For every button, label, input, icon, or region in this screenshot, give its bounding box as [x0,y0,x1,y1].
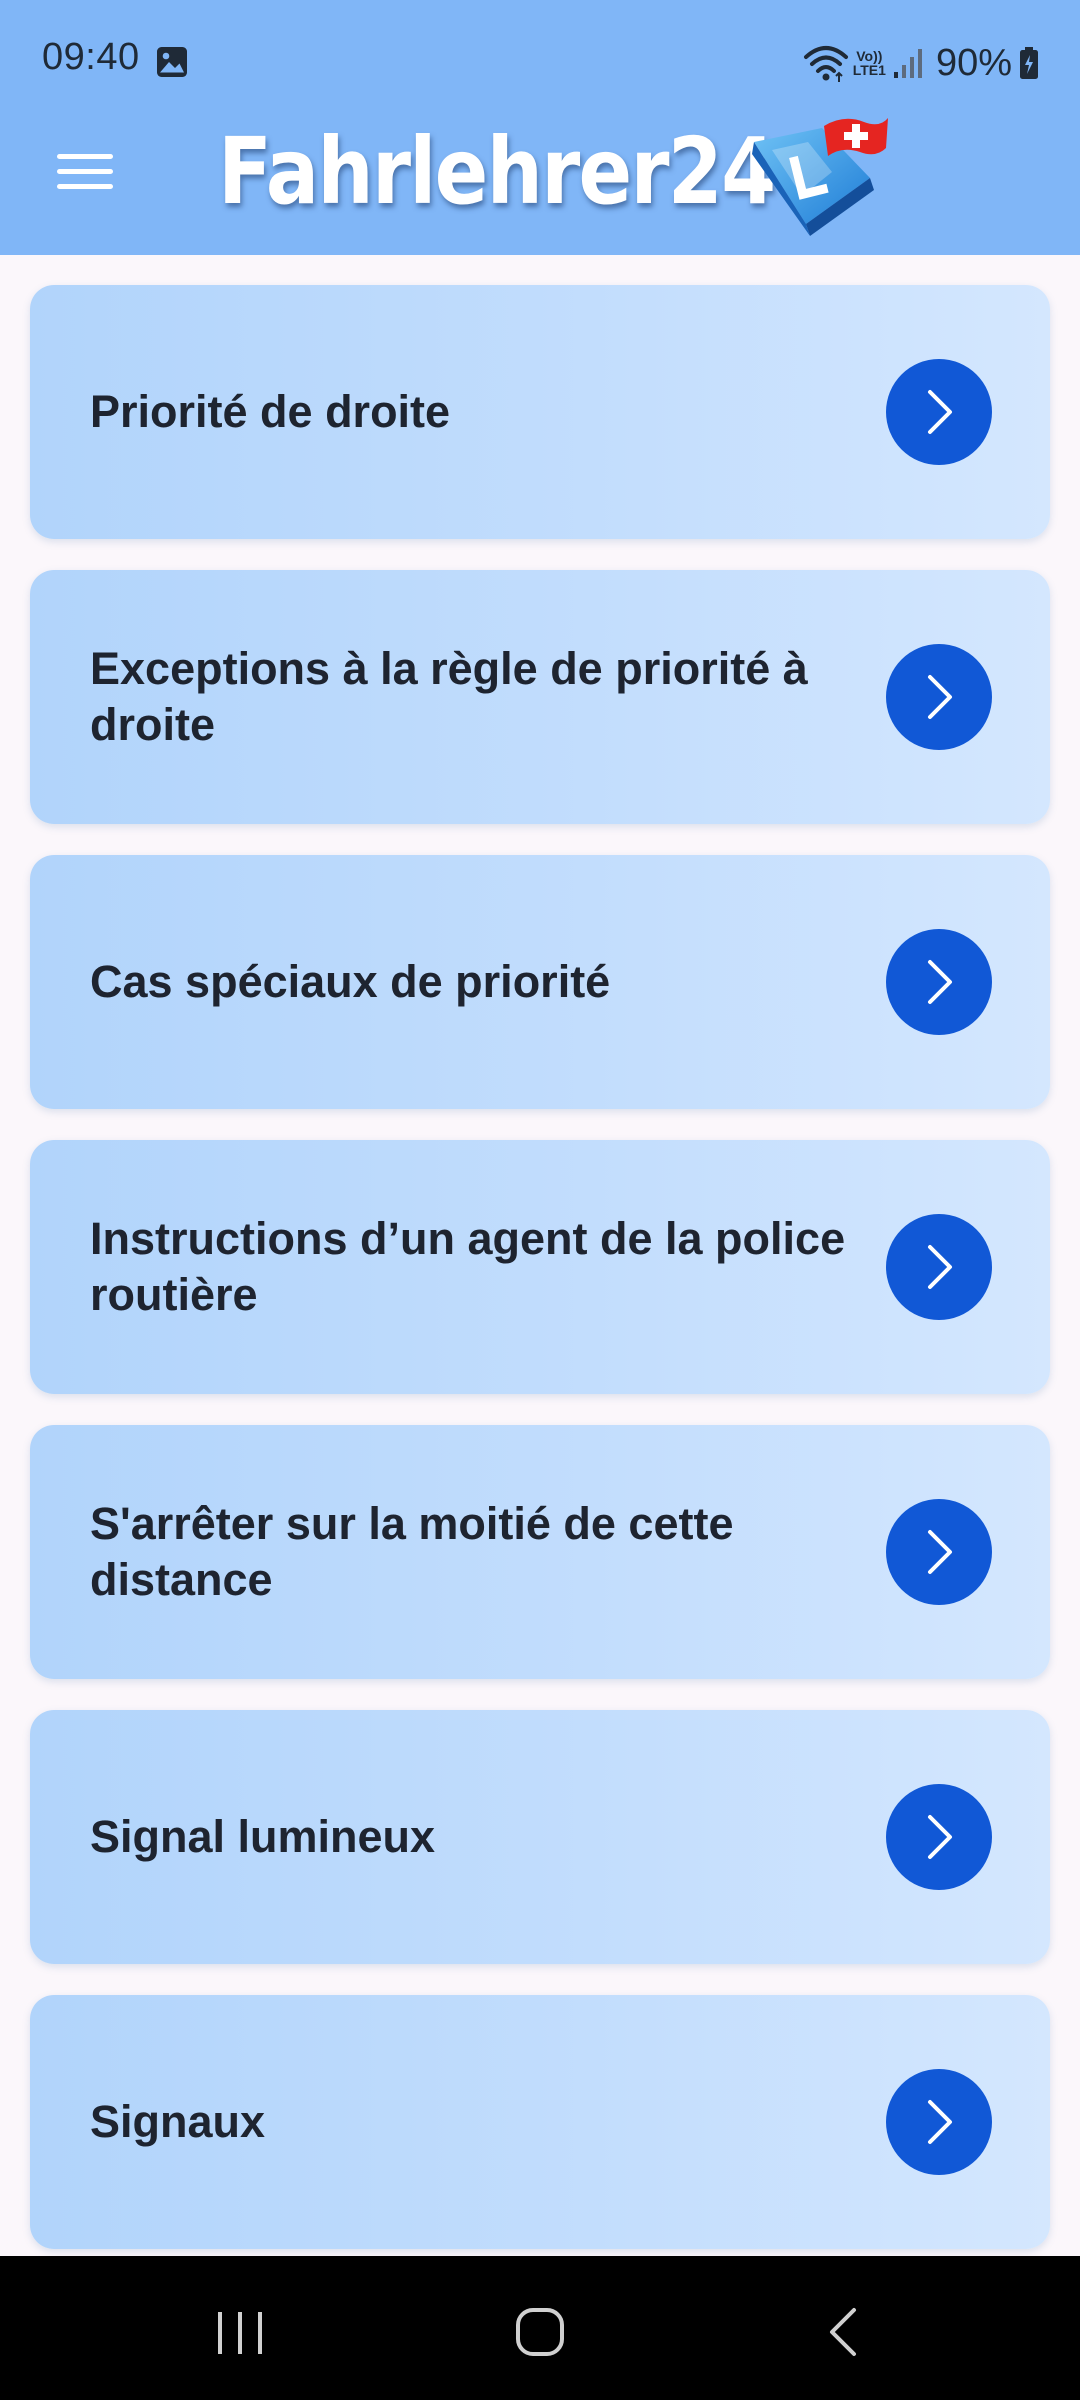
chevron-right-icon [928,1530,952,1574]
topic-label: Priorité de droite [90,385,451,437]
chevron-right-icon [928,675,952,719]
system-nav-bar [0,2256,1080,2400]
topic-label: Signaux [90,2095,266,2147]
battery-charging-icon [1020,47,1038,79]
topic-open-button[interactable] [886,1214,992,1320]
chevron-right-icon [928,390,952,434]
menu-icon-bar [57,183,113,189]
topic-card[interactable]: Signaux [30,1995,1050,2249]
chevron-right-icon [928,960,952,1004]
signal-icon [893,49,922,78]
app-header: 09:40 Vo)) LTE1 90% Fahrlehrer24 [0,0,1080,255]
home-icon[interactable] [514,2306,566,2358]
app-title: Fahrlehrer24 [218,118,776,225]
topic-label: Signal lumineux [90,1810,436,1862]
menu-icon-bar [57,168,113,174]
topic-open-button[interactable] [886,2069,992,2175]
topic-label: Instructions d’un agent de la police rou… [90,1212,846,1320]
topic-list: Priorité de droite Exceptions à la règle… [30,285,1050,2280]
topic-card[interactable]: Signal lumineux [30,1710,1050,1964]
hamburger-menu-icon [57,153,113,159]
driving-school-logo-icon [752,118,888,236]
topic-card[interactable]: Cas spéciaux de priorité [30,855,1050,1109]
topic-card[interactable]: S'arrêter sur la moitié de cette distanc… [30,1425,1050,1679]
topic-card[interactable]: Instructions d’un agent de la police rou… [30,1140,1050,1394]
chevron-right-icon [928,2100,952,2144]
status-time: 09:40 [42,36,140,78]
battery-percent: 90% [935,41,1012,84]
back-icon[interactable] [826,2306,860,2358]
topic-label: Exceptions à la règle de priorité à droi… [90,642,808,750]
volte-label: Vo)) [856,48,883,64]
recent-apps-icon[interactable] [212,2310,268,2356]
gallery-icon [157,47,187,77]
topic-open-button[interactable] [886,359,992,465]
topic-card[interactable]: Priorité de droite [30,285,1050,539]
topic-open-button[interactable] [886,1784,992,1890]
topic-open-button[interactable] [886,929,992,1035]
topic-label: Cas spéciaux de priorité [90,955,611,1007]
chevron-right-icon [928,1245,952,1289]
chevron-right-icon [928,1815,952,1859]
topic-label: S'arrêter sur la moitié de cette distanc… [90,1497,734,1605]
topic-card[interactable]: Exceptions à la règle de priorité à droi… [30,570,1050,824]
menu-button[interactable] [44,142,126,200]
topic-open-button[interactable] [886,644,992,750]
lte-label: LTE1 [852,62,886,78]
network-type: Vo)) LTE1 [853,49,886,77]
topic-open-button[interactable] [886,1499,992,1605]
wifi-icon [803,46,848,82]
status-bar: 09:40 Vo)) LTE1 90% [0,0,1080,118]
status-icons: Vo)) LTE1 90% [803,38,1040,88]
